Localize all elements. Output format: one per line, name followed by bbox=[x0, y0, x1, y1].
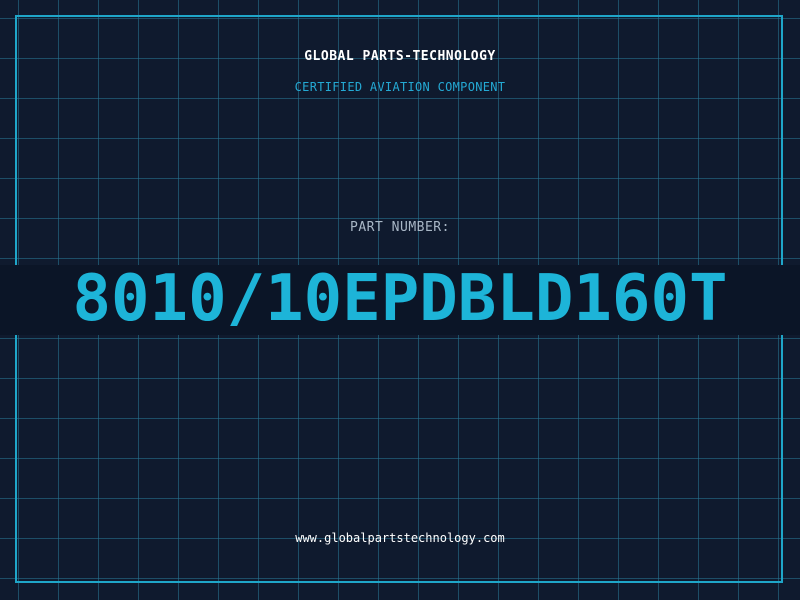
part-number-label: PART NUMBER: bbox=[350, 220, 450, 235]
part-card: GLOBAL PARTS-TECHNOLOGY CERTIFIED AVIATI… bbox=[0, 0, 800, 600]
brand-title: GLOBAL PARTS-TECHNOLOGY bbox=[304, 49, 496, 64]
part-number-value: 8010/10EPDBLD160T bbox=[72, 262, 728, 336]
brand-subtitle: CERTIFIED AVIATION COMPONENT bbox=[294, 80, 506, 94]
website-link[interactable]: www.globalpartstechnology.com bbox=[0, 531, 800, 545]
